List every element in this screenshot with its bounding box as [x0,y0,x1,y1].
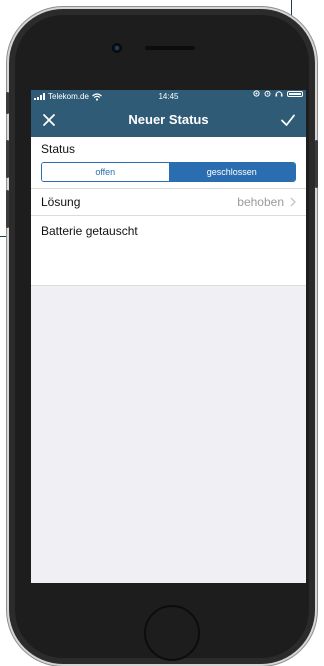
app-screen: Telekom.de 14:45 Neuer Status Status off… [31,90,306,583]
segment-closed[interactable]: geschlossen [168,163,295,181]
status-segmented-control: offen geschlossen [41,162,296,182]
earpiece-speaker [145,46,195,50]
home-button[interactable] [144,605,200,661]
location-icon [253,90,260,97]
solution-value: behoben [237,195,284,209]
navigation-bar: Neuer Status [31,103,306,137]
battery-icon [287,90,303,97]
front-camera [112,43,122,53]
segment-open[interactable]: offen [42,163,169,181]
page-title: Neuer Status [128,112,209,127]
alarm-icon [264,90,271,97]
headphones-icon [275,91,283,97]
volume-up-button [6,140,9,178]
status-section: Status offen geschlossen [31,137,306,189]
mute-switch [6,92,9,114]
checkmark-icon[interactable] [278,110,298,130]
volume-down-button [6,190,9,228]
solution-row[interactable]: Lösung behoben [31,189,306,216]
note-text: Batterie getauscht [41,224,138,238]
power-button [315,140,318,188]
chevron-right-icon [290,197,296,207]
status-label: Status [41,142,76,156]
ios-status-bar: Telekom.de 14:45 [31,90,306,103]
note-textarea[interactable]: Batterie getauscht [31,216,306,286]
solution-label: Lösung [41,195,81,209]
